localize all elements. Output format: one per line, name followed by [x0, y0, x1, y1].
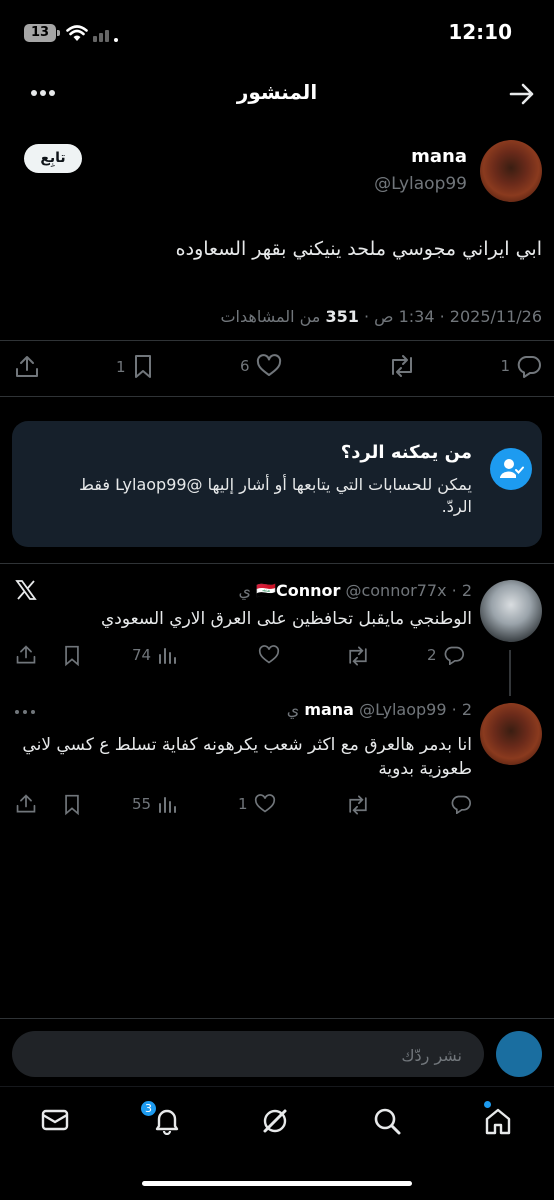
bookmark-icon[interactable] [62, 794, 82, 816]
reply-avatar[interactable] [480, 580, 542, 642]
views-action[interactable]: 55 [132, 794, 177, 814]
post-views-label: من المشاهدات [220, 307, 321, 326]
signal-icon [93, 26, 119, 42]
divider [0, 396, 554, 397]
views-chart-icon [157, 794, 177, 814]
post-date: 2025/11/26 [449, 307, 542, 326]
home-icon[interactable] [482, 1105, 514, 1137]
reply-count: 2 [427, 646, 437, 664]
divider [0, 340, 554, 341]
post-text: ابي ايراني مجوسي ملحد ينيكني بقهر السعاو… [175, 238, 542, 260]
views-count: 55 [132, 795, 152, 813]
retweet-icon[interactable] [345, 645, 371, 667]
messages-icon[interactable] [40, 1107, 70, 1133]
notifications-icon[interactable] [152, 1105, 182, 1135]
reply-author-handle[interactable]: @Lylaop99 [359, 700, 446, 719]
reply-composer [12, 1031, 484, 1079]
home-indicator [142, 1181, 412, 1186]
share-icon[interactable] [14, 354, 40, 380]
reply-text: الوطنجي مايقبل تحافظين على العرق الاري ا… [100, 609, 472, 629]
heart-icon [254, 794, 276, 814]
search-icon[interactable] [372, 1106, 402, 1136]
grok-icon[interactable] [260, 1106, 290, 1136]
reply-header: 🇮🇶Connor @connor77x · 2 ي [238, 581, 472, 600]
views-action[interactable]: 74 [132, 645, 177, 665]
post-time: 1:34 ص [374, 307, 435, 326]
more-options-icon[interactable] [14, 708, 36, 716]
like-action[interactable]: 1 [238, 794, 276, 814]
reply-text: انا بدمر هالعرق مع اكثر شعب يكرهونه كفاي… [22, 735, 472, 779]
bookmark-action[interactable]: 1 [116, 354, 154, 380]
like-count: 1 [238, 795, 248, 813]
bookmark-count: 1 [116, 358, 126, 376]
reply-count: 1 [500, 357, 510, 375]
back-arrow-icon[interactable] [508, 80, 536, 108]
reply-icon [516, 354, 542, 378]
reply-action[interactable] [444, 794, 472, 814]
x-logo-icon [14, 578, 38, 602]
like-action[interactable]: 6 [240, 354, 282, 378]
reply-input[interactable] [30, 1031, 464, 1079]
reply-icon [443, 645, 465, 665]
home-new-dot [484, 1101, 491, 1108]
divider [0, 563, 554, 564]
bookmark-icon [132, 354, 154, 380]
heart-icon [258, 645, 280, 665]
reply-icon [450, 794, 472, 814]
heart-icon [256, 354, 282, 378]
like-count: 6 [240, 357, 250, 375]
reply-header: mana @Lylaop99 · 2 ي [286, 700, 472, 719]
bookmark-icon[interactable] [62, 645, 82, 667]
page-title: المنشور [236, 80, 318, 104]
retweet-icon[interactable] [387, 354, 417, 378]
views-count: 74 [132, 646, 152, 664]
retweet-icon[interactable] [345, 794, 371, 816]
share-icon[interactable] [15, 793, 37, 815]
post-meta: 2025/11/26 · 1:34 ص · 351 من المشاهدات [220, 307, 542, 326]
reply-author-handle[interactable]: @connor77x [345, 581, 446, 600]
reply-author-name[interactable]: Connor [276, 581, 340, 600]
like-action[interactable] [252, 645, 280, 665]
post-views-count[interactable]: 351 [325, 307, 358, 326]
reply-action[interactable]: 1 [500, 354, 542, 378]
notifications-badge: 3 [141, 1101, 156, 1116]
user-check-icon [490, 448, 532, 490]
reply-card-body: يمكن للحسابات التي يتابعها أو أشار إليها… [79, 475, 472, 516]
reply-card-title: من يمكنه الرد؟ [340, 442, 472, 463]
share-icon[interactable] [15, 644, 37, 666]
divider [0, 1018, 554, 1019]
reply-author-name[interactable]: mana [304, 700, 354, 719]
battery-tip [57, 30, 60, 36]
reply-action[interactable]: 2 [427, 645, 465, 665]
status-time: 12:10 [448, 20, 512, 44]
flag-icon: 🇮🇶 [256, 581, 276, 600]
author-avatar[interactable] [480, 140, 542, 202]
send-reply-button[interactable] [496, 1031, 542, 1077]
reply-avatar[interactable] [480, 703, 542, 765]
battery-icon: 13 [24, 24, 56, 42]
views-chart-icon [157, 645, 177, 665]
thread-connector [509, 650, 511, 696]
author-handle[interactable]: @Lylaop99 [374, 174, 467, 194]
follow-button[interactable]: تابِع [24, 144, 82, 173]
author-name[interactable]: mana [411, 146, 467, 167]
wifi-icon [66, 24, 88, 42]
